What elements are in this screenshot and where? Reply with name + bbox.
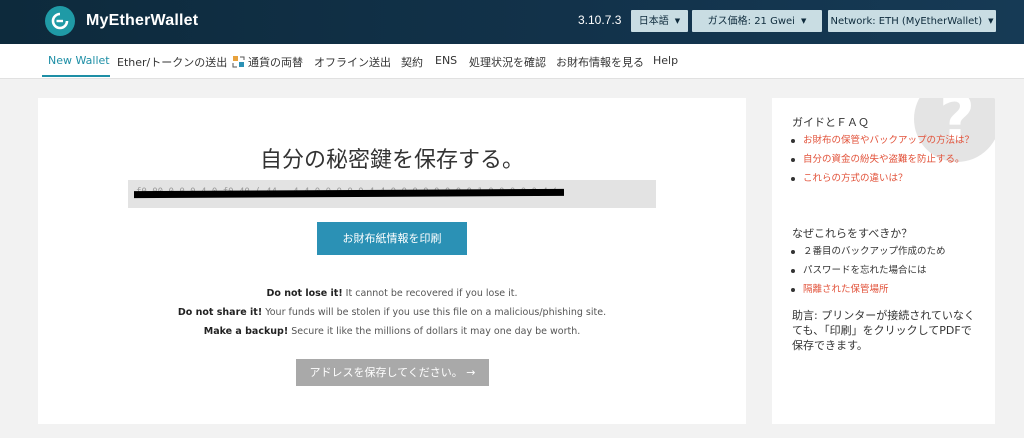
- save-private-key-panel: 自分の秘密鍵を保存する。 f0 00 0 0 0 4 0 f0 40 ( 44 …: [38, 98, 746, 424]
- faq-link-prevent-loss[interactable]: 自分の資金の紛失や盗難を防止する。: [790, 153, 980, 167]
- page-title: 自分の秘密鍵を保存する。: [259, 148, 524, 173]
- why-item-cold-storage[interactable]: 隔離された保管場所: [790, 283, 985, 297]
- print-tip: 助言: プリンターが接続されていなくても、「印刷」をクリックしてPDFで保存でき…: [792, 309, 975, 352]
- main-nav: New Wallet Ether/トークンの送出 通貨の両替 オフライン送出 契…: [0, 44, 1024, 79]
- why-list: ２番目のバックアップ作成のため パスワードを忘れた場合には 隔離された保管場所: [790, 245, 985, 302]
- swap-icon: [232, 56, 245, 68]
- version-label: 3.10.7.3: [578, 13, 622, 27]
- faq-link-backup[interactable]: お財布の保管やバックアップの方法は？: [790, 134, 980, 148]
- why-heading: なぜこれらをすべきか？: [792, 227, 913, 240]
- active-tab-indicator: [42, 75, 110, 77]
- nav-ens[interactable]: ENS: [435, 54, 457, 67]
- warning-dont-share: Do not share it! Your funds will be stol…: [38, 307, 746, 318]
- language-dropdown[interactable]: 日本語 ▼: [631, 10, 688, 32]
- language-label: 日本語: [638, 16, 669, 27]
- warning-make-backup: Make a backup! Secure it like the millio…: [38, 326, 746, 337]
- warning-dont-share-bold: Do not share it!: [177, 307, 263, 318]
- gas-price-label: ガス価格: 21 Gwei: [707, 16, 795, 27]
- brand-name[interactable]: MyEtherWallet: [86, 12, 198, 30]
- chevron-down-icon: ▼: [988, 17, 994, 25]
- nav-contracts[interactable]: 契約: [401, 54, 423, 70]
- nav-send-ether-tokens[interactable]: Ether/トークンの送出: [117, 54, 227, 70]
- save-address-button[interactable]: アドレスを保存してください。 →: [296, 359, 489, 386]
- gas-price-dropdown[interactable]: ガス価格: 21 Gwei ▼: [692, 10, 822, 32]
- nav-swap[interactable]: 通貨の両替: [232, 54, 303, 70]
- print-paper-wallet-button[interactable]: お財布紙情報を印刷: [317, 222, 467, 255]
- chevron-down-icon: ▼: [674, 17, 681, 25]
- warning-dont-share-text: Your funds will be stolen if you use thi…: [262, 307, 607, 318]
- faq-heading: ガイドとＦＡＱ: [792, 116, 869, 129]
- network-dropdown[interactable]: Network: ETH (MyEtherWallet) ▼: [828, 10, 996, 32]
- nav-swap-label: 通貨の両替: [248, 56, 303, 69]
- why-item-forgot-password: パスワードを忘れた場合には: [790, 264, 985, 278]
- nav-help[interactable]: Help: [653, 54, 678, 67]
- network-label: Network: ETH (MyEtherWallet): [830, 16, 983, 27]
- nav-new-wallet[interactable]: New Wallet: [48, 54, 110, 67]
- why-item-second-backup: ２番目のバックアップ作成のため: [790, 245, 985, 259]
- faq-link-list: お財布の保管やバックアップの方法は？ 自分の資金の紛失や盗難を防止する。 これら…: [790, 134, 980, 191]
- warning-dont-lose-bold: Do not lose it!: [266, 288, 343, 299]
- warning-make-backup-text: Secure it like the millions of dollars i…: [288, 326, 581, 337]
- warning-dont-lose: Do not lose it! It cannot be recovered i…: [38, 288, 746, 299]
- myetherwallet-logo-icon[interactable]: [45, 6, 75, 36]
- faq-link-differences[interactable]: これらの方式の違いは？: [790, 172, 980, 186]
- warning-make-backup-bold: Make a backup!: [203, 326, 289, 337]
- nav-view-wallet-info[interactable]: お財布情報を見る: [556, 54, 644, 70]
- guide-faq-sidebar: ? ガイドとＦＡＱ お財布の保管やバックアップの方法は？ 自分の資金の紛失や盗難…: [772, 98, 995, 424]
- nav-offline-send[interactable]: オフライン送出: [314, 54, 391, 70]
- warning-dont-lose-text: It cannot be recovered if you lose it.: [342, 288, 518, 299]
- chevron-down-icon: ▼: [800, 17, 807, 25]
- nav-check-tx-status[interactable]: 処理状況を確認: [469, 54, 546, 70]
- private-key-field[interactable]: f0 00 0 0 0 4 0 f0 40 ( 44 - 4 4 0 0 0 0…: [128, 180, 656, 208]
- top-header: MyEtherWallet 3.10.7.3 日本語 ▼ ガス価格: 21 Gwe…: [0, 0, 1024, 44]
